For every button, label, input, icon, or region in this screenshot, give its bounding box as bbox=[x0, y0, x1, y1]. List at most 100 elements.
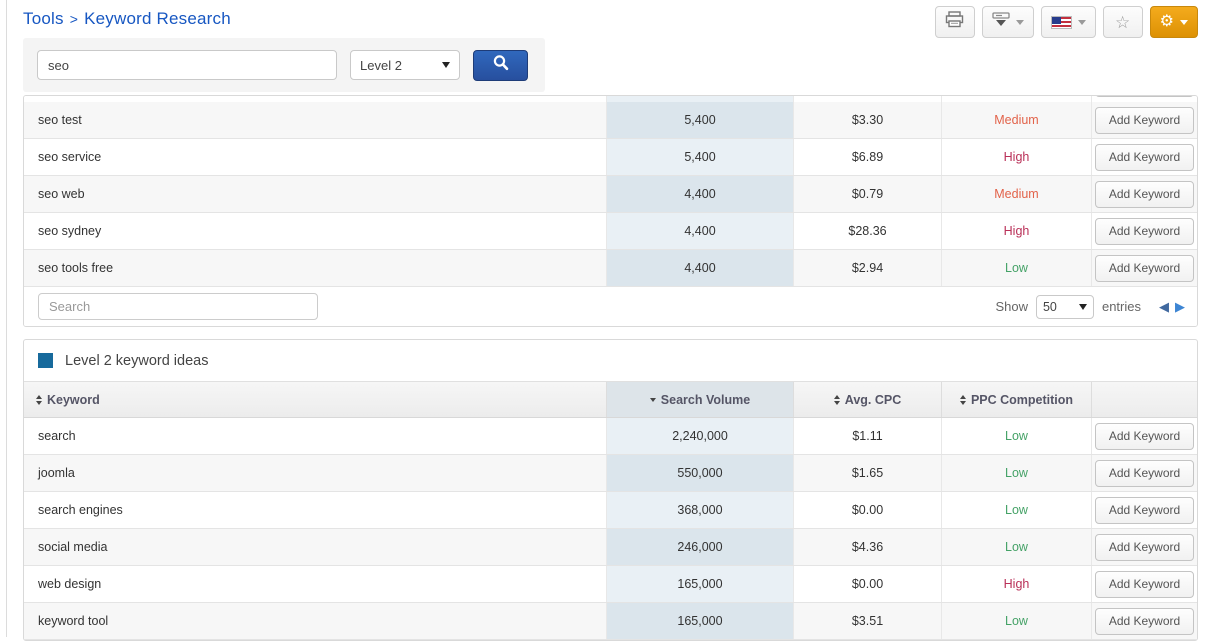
search-volume-cell: 5,400 bbox=[606, 139, 793, 175]
avg-cpc-cell: $2.94 bbox=[793, 250, 941, 286]
ppc-competition-cell: Low bbox=[941, 492, 1091, 528]
chevron-down-icon bbox=[1078, 303, 1087, 310]
previous-page-button[interactable]: ◀ bbox=[1159, 300, 1169, 313]
action-cell: Add Keyword bbox=[1091, 139, 1197, 175]
search-button[interactable] bbox=[473, 49, 528, 81]
table-row: seo test 5,400 $3.30 Medium Add Keyword bbox=[24, 102, 1197, 139]
table-row: seo web 4,400 $0.79 Medium Add Keyword bbox=[24, 176, 1197, 213]
add-keyword-button[interactable]: Add Keyword bbox=[1095, 496, 1194, 524]
search-volume-cell: 5,400 bbox=[606, 102, 793, 138]
favorite-button[interactable]: ☆ bbox=[1102, 6, 1143, 38]
search-volume-cell: 246,000 bbox=[606, 529, 793, 565]
us-flag-icon bbox=[1050, 15, 1072, 29]
ppc-competition-cell: High bbox=[941, 213, 1091, 249]
chevron-down-icon bbox=[1077, 19, 1086, 25]
action-cell: Add Keyword bbox=[1091, 250, 1197, 286]
table-row: social media 246,000 $4.36 Low Add Keyword bbox=[24, 529, 1197, 566]
add-keyword-button[interactable]: Add Keyword bbox=[1095, 422, 1194, 450]
column-header-actions bbox=[1091, 382, 1197, 417]
table-row: seo tools free 4,400 $2.94 Low Add Keyword bbox=[24, 250, 1197, 287]
page-size-select[interactable]: 50 bbox=[1035, 294, 1094, 319]
keyword-search-panel: Level 2 bbox=[23, 38, 545, 92]
column-header-label: Search Volume bbox=[660, 392, 751, 407]
keyword-cell: keyword tool bbox=[38, 614, 109, 628]
pagination: ◀ ▶ bbox=[1159, 300, 1185, 313]
add-keyword-button[interactable]: Add Keyword bbox=[1095, 180, 1194, 208]
table-row: seo service 5,400 $6.89 High Add Keyword bbox=[24, 139, 1197, 176]
avg-cpc-cell: $6.89 bbox=[793, 139, 941, 175]
column-header-search-volume[interactable]: Search Volume bbox=[606, 382, 793, 417]
keyword-cell: seo sydney bbox=[38, 224, 102, 238]
panel-title: Level 2 keyword ideas bbox=[65, 352, 209, 369]
star-icon: ☆ bbox=[1115, 12, 1131, 32]
column-header-keyword[interactable]: Keyword bbox=[24, 382, 606, 417]
add-keyword-button[interactable]: Add Keyword bbox=[1095, 106, 1194, 134]
add-keyword-button-clipped[interactable] bbox=[1095, 96, 1194, 97]
breadcrumb-separator: > bbox=[69, 11, 79, 27]
add-keyword-button[interactable]: Add Keyword bbox=[1095, 217, 1194, 245]
table-row: seo sydney 4,400 $28.36 High Add Keyword bbox=[24, 213, 1197, 250]
keyword-cell: search bbox=[38, 429, 76, 443]
table-filter-input[interactable] bbox=[38, 293, 318, 320]
avg-cpc-cell: $4.36 bbox=[793, 529, 941, 565]
add-keyword-button[interactable]: Add Keyword bbox=[1095, 459, 1194, 487]
add-keyword-button[interactable]: Add Keyword bbox=[1095, 254, 1194, 282]
table-row: keyword tool 165,000 $3.51 Low Add Keyword bbox=[24, 603, 1197, 640]
ppc-competition-cell: Medium bbox=[941, 102, 1091, 138]
level-select-value: Level 2 bbox=[360, 57, 402, 73]
ppc-competition-cell: Low bbox=[941, 529, 1091, 565]
table-row: web design 165,000 $0.00 High Add Keyword bbox=[24, 566, 1197, 603]
search-volume-cell: 2,240,000 bbox=[606, 418, 793, 454]
avg-cpc-cell: $3.30 bbox=[793, 102, 941, 138]
keyword-cell: search engines bbox=[38, 503, 123, 517]
avg-cpc-cell: $1.65 bbox=[793, 455, 941, 491]
left-page-divider bbox=[6, 0, 7, 637]
keyword-cell: joomla bbox=[38, 466, 75, 480]
add-keyword-button[interactable]: Add Keyword bbox=[1095, 570, 1194, 598]
ideas-table-body: search 2,240,000 $1.11 Low Add Keyword joomla… bbox=[24, 418, 1197, 640]
results-table-body: seo test 5,400 $3.30 Medium Add Keyword seo s… bbox=[24, 102, 1197, 287]
keyword-input[interactable] bbox=[37, 50, 337, 80]
table-row: search engines 368,000 $0.00 Low Add Keyword bbox=[24, 492, 1197, 529]
avg-cpc-cell: $0.00 bbox=[793, 566, 941, 602]
action-cell: Add Keyword bbox=[1091, 529, 1197, 565]
keyword-cell: social media bbox=[38, 540, 108, 554]
add-keyword-button[interactable]: Add Keyword bbox=[1095, 607, 1194, 635]
sort-icon bbox=[959, 394, 966, 405]
avg-cpc-cell: $1.11 bbox=[793, 418, 941, 454]
export-button[interactable] bbox=[981, 6, 1034, 38]
keyword-cell: seo tools free bbox=[38, 261, 114, 275]
breadcrumb: Tools > Keyword Research bbox=[23, 6, 231, 29]
keyword-cell: seo test bbox=[38, 113, 82, 127]
settings-button[interactable]: ⚙ bbox=[1149, 6, 1198, 38]
column-header-ppc-competition[interactable]: PPC Competition bbox=[941, 382, 1091, 417]
toolbar: ☆ ⚙ bbox=[934, 6, 1198, 38]
add-keyword-button[interactable]: Add Keyword bbox=[1095, 533, 1194, 561]
action-cell: Add Keyword bbox=[1091, 176, 1197, 212]
search-volume-cell: 4,400 bbox=[606, 176, 793, 212]
column-header-avg-cpc[interactable]: Avg. CPC bbox=[793, 382, 941, 417]
magnifier-icon bbox=[491, 53, 511, 78]
table-row: search 2,240,000 $1.11 Low Add Keyword bbox=[24, 418, 1197, 455]
ppc-competition-cell: High bbox=[941, 566, 1091, 602]
breadcrumb-tools[interactable]: Tools bbox=[23, 9, 64, 28]
language-button[interactable] bbox=[1040, 6, 1096, 38]
top-bar: Tools > Keyword Research ☆ ⚙ bbox=[23, 0, 1198, 38]
ppc-competition-cell: Low bbox=[941, 603, 1091, 639]
page-size-value: 50 bbox=[1042, 299, 1057, 314]
chevron-down-icon bbox=[1180, 19, 1188, 25]
action-cell: Add Keyword bbox=[1091, 102, 1197, 138]
entries-label: entries bbox=[1101, 299, 1141, 314]
level-select[interactable]: Level 2 bbox=[350, 50, 460, 80]
keyword-cell: seo service bbox=[38, 150, 102, 164]
next-page-button[interactable]: ▶ bbox=[1175, 300, 1185, 313]
print-button[interactable] bbox=[934, 6, 975, 38]
panel-title-square-icon bbox=[38, 353, 53, 368]
sort-icon bbox=[833, 394, 840, 405]
search-volume-cell: 165,000 bbox=[606, 566, 793, 602]
gear-icon: ⚙ bbox=[1159, 13, 1174, 30]
add-keyword-button[interactable]: Add Keyword bbox=[1095, 143, 1194, 171]
keyword-cell: web design bbox=[38, 577, 102, 591]
search-volume-cell: 550,000 bbox=[606, 455, 793, 491]
ppc-competition-cell: Low bbox=[941, 455, 1091, 491]
